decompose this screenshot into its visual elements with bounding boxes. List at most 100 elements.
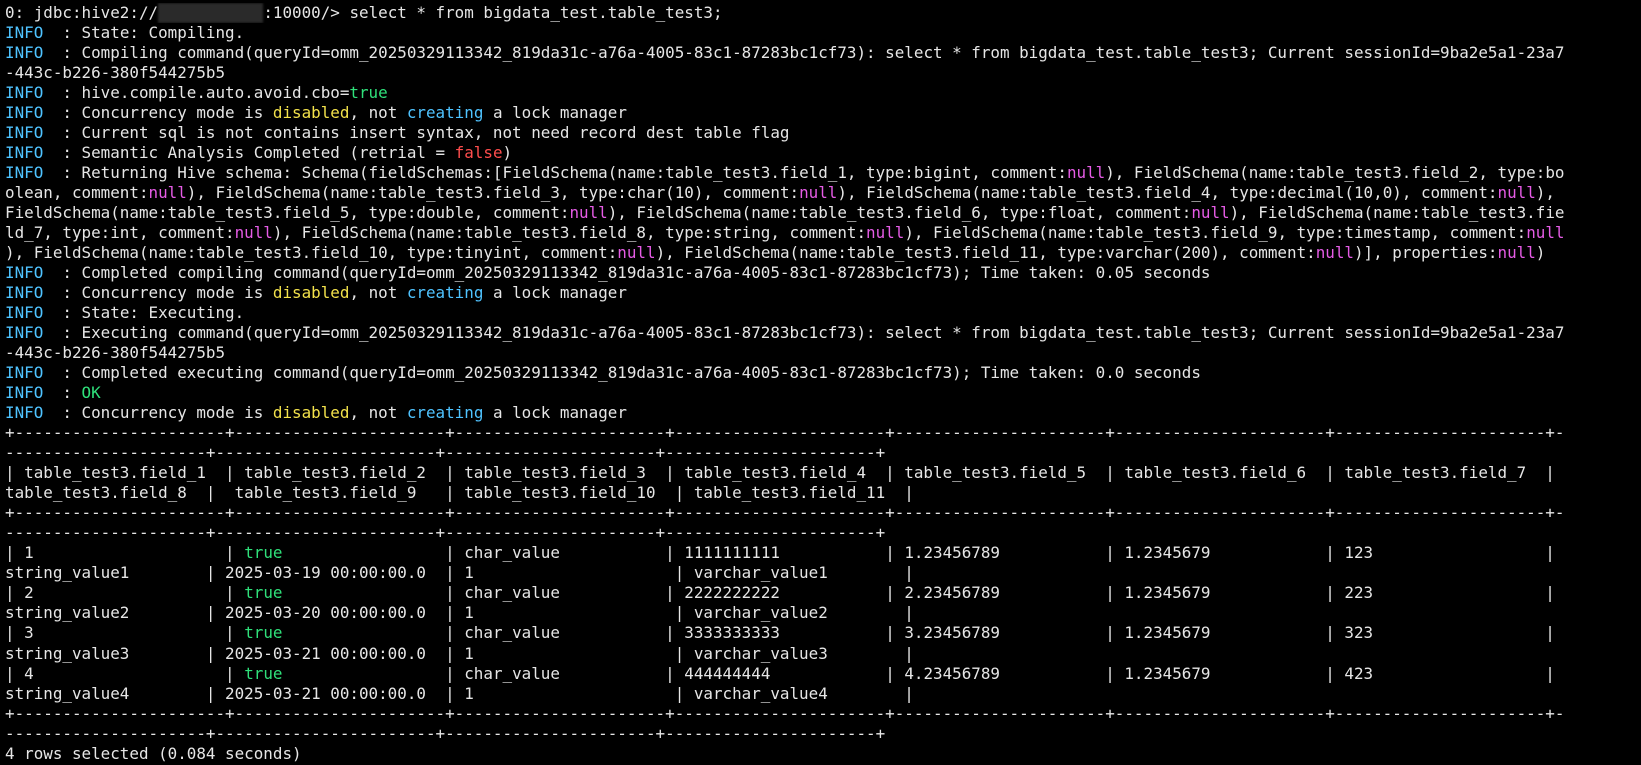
line-text: ), — [1535, 183, 1555, 203]
line-text: +----------------------+----------------… — [5, 503, 1565, 523]
terminal-line: INFO : Current sql is not contains inser… — [5, 123, 1641, 143]
terminal-line: ---------------------+------------------… — [5, 443, 1641, 463]
line-text: creating — [406, 403, 484, 423]
line-text: true — [244, 663, 283, 683]
line-text: false — [454, 143, 503, 163]
line-text: true — [244, 623, 283, 643]
log-level-tag: INFO — [5, 323, 53, 343]
terminal-line: table_test3.field_8 | table_test3.field_… — [5, 483, 1641, 503]
line-text: | 3 | — [5, 623, 245, 643]
line-text: string_value3 | 2025-03-21 00:00:00.0 | … — [5, 643, 914, 663]
line-text: olean, comment: — [5, 183, 149, 203]
line-text: disabled — [272, 403, 350, 423]
line-text: +----------------------+----------------… — [5, 703, 1565, 723]
terminal-line: INFO : Concurrency mode is disabled, not… — [5, 103, 1641, 123]
line-text: null — [569, 203, 608, 223]
line-text: +----------------------+----------------… — [5, 423, 1565, 443]
terminal-line: INFO : OK — [5, 383, 1641, 403]
log-level-tag: INFO — [5, 163, 53, 183]
line-text: a lock manager — [483, 403, 627, 423]
line-text: null — [1315, 243, 1354, 263]
line-text: true — [349, 83, 388, 103]
line-text: 4 rows selected (0.084 seconds) — [5, 743, 302, 763]
line-text: disabled — [272, 103, 350, 123]
line-text: null — [148, 183, 187, 203]
line-text: 0: jdbc:hive2:// — [5, 3, 159, 22]
terminal-line: INFO : Semantic Analysis Completed (retr… — [5, 143, 1641, 163]
line-text: a lock manager — [483, 103, 627, 123]
terminal-line: INFO : Completed compiling command(query… — [5, 263, 1641, 283]
line-text: : State: Executing. — [52, 303, 245, 323]
terminal-line: INFO : State: Executing. — [5, 303, 1641, 323]
terminal-line: INFO : hive.compile.auto.avoid.cbo=true — [5, 83, 1641, 103]
terminal-line: -443c-b226-380f544275b5 — [5, 63, 1641, 83]
log-level-tag: INFO — [5, 123, 53, 143]
terminal-window[interactable]: 0: jdbc:hive2://1xxxxxxxxx1:10000/> sele… — [0, 0, 1641, 765]
line-text: ---------------------+------------------… — [5, 443, 886, 463]
line-text: , not — [349, 103, 407, 123]
terminal-line: 0: jdbc:hive2://1xxxxxxxxx1:10000/> sele… — [5, 3, 1641, 24]
terminal-line: | 4 | true | char_value | 444444444 | 4.… — [5, 664, 1641, 684]
log-level-tag: INFO — [5, 403, 53, 423]
log-level-tag: INFO — [5, 363, 53, 383]
terminal-line: ---------------------+------------------… — [5, 523, 1641, 543]
log-level-tag: INFO — [5, 283, 53, 303]
line-text: ) — [502, 143, 513, 163]
log-level-tag: INFO — [5, 383, 53, 403]
line-text: string_value2 | 2025-03-20 00:00:00.0 | … — [5, 603, 914, 623]
line-text: , not — [349, 283, 407, 303]
log-level-tag: INFO — [5, 263, 53, 283]
line-text: ), FieldSchema(name:table_test3.field_6,… — [607, 203, 1192, 223]
line-text: ) — [1535, 243, 1546, 263]
line-text: ), FieldSchema(name:table_test3.field_8,… — [272, 223, 867, 243]
line-text: null — [1497, 183, 1536, 203]
line-text: string_value1 | 2025-03-19 00:00:00.0 | … — [5, 563, 914, 583]
line-text: table_test3.field_8 | table_test3.field_… — [5, 483, 914, 503]
line-text: FieldSchema(name:table_test3.field_5, ty… — [5, 203, 570, 223]
log-level-tag: INFO — [5, 143, 53, 163]
line-text: ld_7, type:int, comment: — [5, 223, 235, 243]
line-text: : Concurrency mode is — [52, 103, 273, 123]
terminal-line: | 1 | true | char_value | 1111111111 | 1… — [5, 543, 1641, 563]
line-text: )], properties: — [1353, 243, 1498, 263]
line-text: ), FieldSchema(name:table_test3.field_9,… — [904, 223, 1527, 243]
line-text: -443c-b226-380f544275b5 — [5, 343, 226, 363]
line-text: ), FieldSchema(name:table_test3.field_10… — [5, 243, 618, 263]
line-text: null — [234, 223, 273, 243]
line-text: null — [1497, 243, 1536, 263]
line-text: | char_value | 1111111111 | 1.23456789 |… — [282, 543, 1555, 563]
terminal-line: ), FieldSchema(name:table_test3.field_10… — [5, 243, 1641, 263]
line-text: null — [1191, 203, 1230, 223]
line-text: ---------------------+------------------… — [5, 723, 886, 743]
line-text: ), FieldSchema(name:table_test3.field_3,… — [186, 183, 800, 203]
terminal-line: INFO : State: Compiling. — [5, 23, 1641, 43]
terminal-line: | 2 | true | char_value | 2222222222 | 2… — [5, 583, 1641, 603]
terminal-line: string_value1 | 2025-03-19 00:00:00.0 | … — [5, 563, 1641, 583]
line-text: : hive.compile.auto.avoid.cbo= — [52, 83, 350, 103]
line-text: true — [244, 543, 283, 563]
line-text: ), FieldSchema(name:table_test3.field_2,… — [1105, 163, 1565, 183]
line-text: : Executing command(queryId=omm_20250329… — [52, 323, 1565, 343]
line-text: null — [1526, 223, 1565, 243]
terminal-line: INFO : Compiling command(queryId=omm_202… — [5, 43, 1641, 63]
line-text: : Returning Hive schema: Schema(fieldSch… — [52, 163, 1067, 183]
line-text: creating — [406, 103, 484, 123]
line-text: string_value4 | 2025-03-21 00:00:00.0 | … — [5, 683, 914, 703]
line-text: | 2 | — [5, 583, 245, 603]
terminal-line: | table_test3.field_1 | table_test3.fiel… — [5, 463, 1641, 483]
masked-host-text: 1xxxxxxxxx1 — [158, 3, 264, 24]
terminal-line: ---------------------+------------------… — [5, 724, 1641, 744]
line-text: : Concurrency mode is — [52, 283, 273, 303]
terminal-line: INFO : Concurrency mode is disabled, not… — [5, 403, 1641, 423]
line-text: creating — [406, 283, 484, 303]
terminal-line: -443c-b226-380f544275b5 — [5, 343, 1641, 363]
line-text: null — [866, 223, 905, 243]
line-text: true — [244, 583, 283, 603]
line-text: | char_value | 444444444 | 4.23456789 | … — [282, 663, 1555, 683]
terminal-line: FieldSchema(name:table_test3.field_5, ty… — [5, 203, 1641, 223]
line-text: : — [52, 383, 82, 403]
terminal-line: string_value2 | 2025-03-20 00:00:00.0 | … — [5, 603, 1641, 623]
line-text: disabled — [272, 283, 350, 303]
line-text: ), FieldSchema(name:table_test3.field_11… — [655, 243, 1316, 263]
line-text: null — [1066, 163, 1106, 183]
